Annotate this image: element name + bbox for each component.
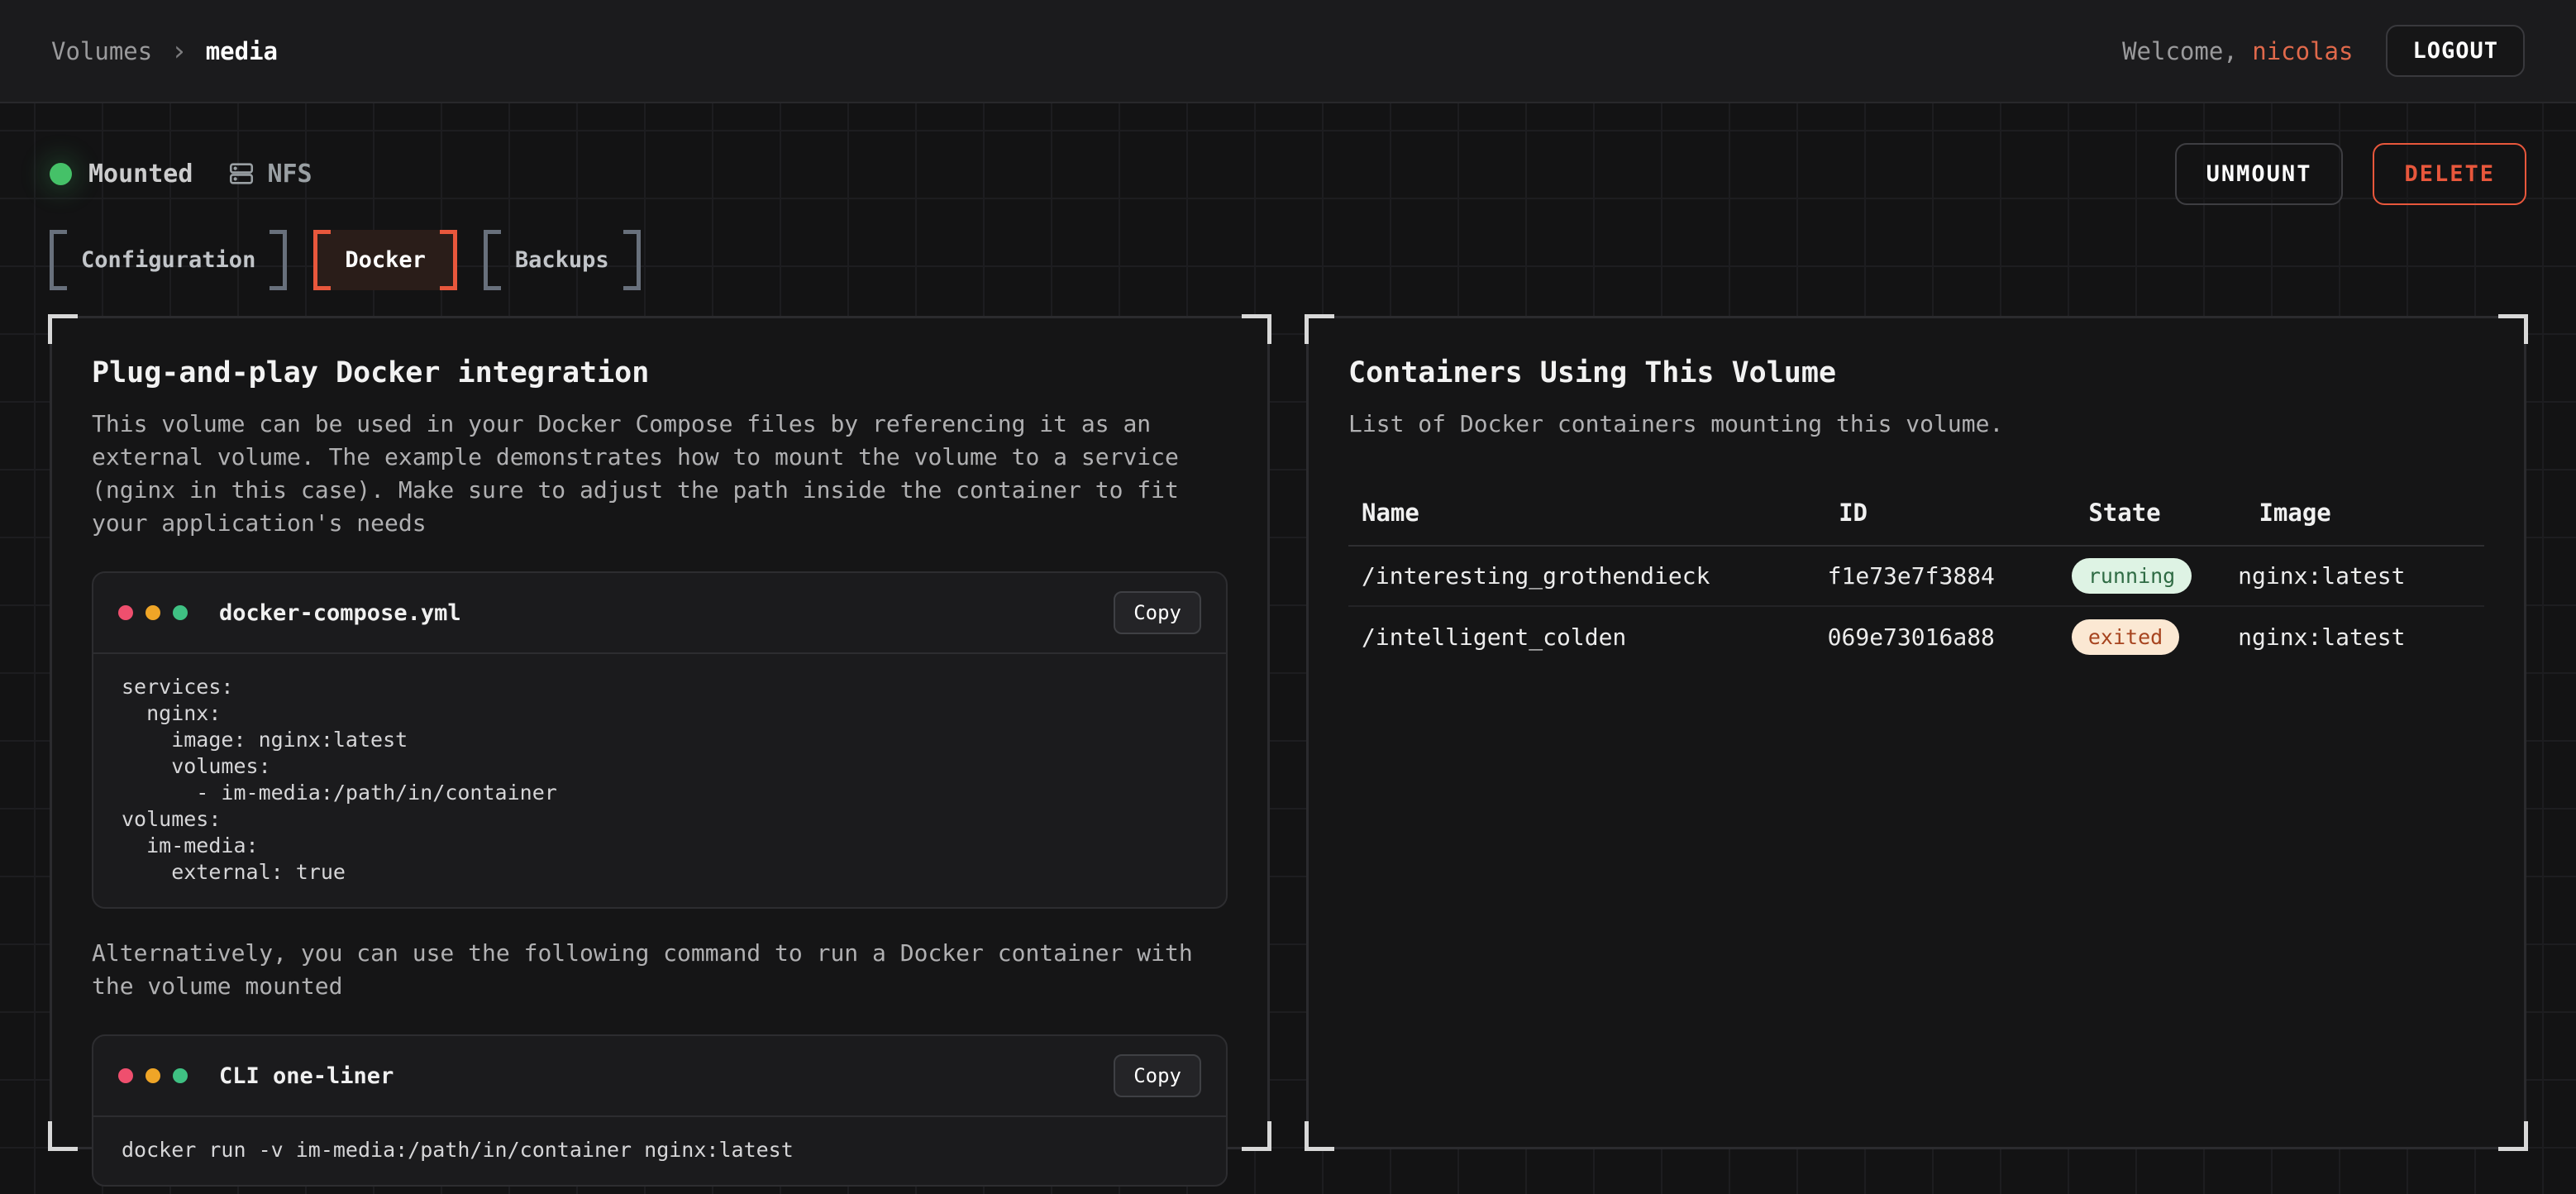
- mounted-status-label: Mounted: [88, 160, 193, 189]
- cli-code-card: CLI one-liner Copy docker run -v im-medi…: [92, 1034, 1228, 1187]
- traffic-light-red-icon: [118, 605, 133, 620]
- topbar: Volumes › media Welcome, nicolas LOGOUT: [0, 0, 2576, 103]
- docker-integration-panel: Plug-and-play Docker integration This vo…: [50, 316, 1270, 1149]
- username: nicolas: [2252, 37, 2353, 65]
- column-header-name: Name: [1348, 487, 1825, 545]
- container-state-cell: running: [2072, 558, 2238, 594]
- welcome-prefix: Welcome,: [2122, 37, 2238, 65]
- cli-code-content: docker run -v im-media:/path/in/containe…: [93, 1117, 1226, 1185]
- window-traffic-lights: [118, 1068, 188, 1083]
- cli-code-header: CLI one-liner Copy: [93, 1036, 1226, 1117]
- compose-code-header: docker-compose.yml Copy: [93, 573, 1226, 654]
- containers-panel-title: Containers Using This Volume: [1348, 356, 2484, 389]
- panel-corner-bracket: [2498, 1121, 2528, 1151]
- breadcrumb-volumes-link[interactable]: Volumes: [51, 37, 152, 65]
- driver-badge: NFS: [227, 160, 312, 189]
- copy-cli-button[interactable]: Copy: [1114, 1054, 1201, 1097]
- cli-title: CLI one-liner: [219, 1063, 394, 1089]
- container-name: /intelligent_colden: [1362, 623, 1828, 651]
- traffic-light-green-icon: [173, 605, 188, 620]
- traffic-light-amber-icon: [145, 605, 160, 620]
- volume-detail-page: Volumes › media Welcome, nicolas LOGOUT …: [0, 0, 2576, 1194]
- server-stack-icon: [227, 160, 255, 188]
- container-image: nginx:latest: [2238, 562, 2471, 590]
- containers-panel: Containers Using This Volume List of Doc…: [1306, 316, 2526, 1149]
- cli-intro-text: Alternatively, you can use the following…: [92, 937, 1228, 1003]
- column-header-image: Image: [2245, 487, 2484, 545]
- panel-corner-bracket: [1242, 314, 1271, 344]
- unmount-button[interactable]: UNMOUNT: [2175, 143, 2344, 205]
- compose-code-content: services: nginx: image: nginx:latest vol…: [93, 654, 1226, 907]
- table-header-row: Name ID State Image: [1348, 487, 2484, 547]
- tab-configuration[interactable]: Configuration: [50, 230, 287, 290]
- traffic-light-amber-icon: [145, 1068, 160, 1083]
- container-image: nginx:latest: [2238, 623, 2471, 651]
- tab-backups[interactable]: Backups: [484, 230, 641, 290]
- welcome-text: Welcome, nicolas: [2122, 37, 2353, 65]
- panel-corner-bracket: [1305, 1121, 1334, 1151]
- breadcrumb-current-volume: media: [206, 37, 278, 65]
- status-badge-running: running: [2072, 558, 2192, 594]
- container-id: 069e73016a88: [1828, 623, 2072, 651]
- copy-compose-button[interactable]: Copy: [1114, 591, 1201, 634]
- traffic-light-green-icon: [173, 1068, 188, 1083]
- logout-button[interactable]: LOGOUT: [2386, 25, 2525, 77]
- chevron-right-icon: ›: [170, 37, 187, 65]
- docker-panel-description: This volume can be used in your Docker C…: [92, 408, 1228, 540]
- panel-corner-bracket: [48, 314, 78, 344]
- panels-container: Plug-and-play Docker integration This vo…: [50, 316, 2526, 1149]
- table-row: /interesting_grothendieck f1e73e7f3884 r…: [1348, 547, 2484, 607]
- traffic-light-red-icon: [118, 1068, 133, 1083]
- volume-status-row: Mounted NFS UNMOUNT DELETE: [50, 141, 2526, 207]
- containers-table: Name ID State Image /interesting_grothen…: [1348, 487, 2484, 667]
- tab-docker[interactable]: Docker: [313, 230, 457, 290]
- panel-corner-bracket: [1242, 1121, 1271, 1151]
- column-header-id: ID: [1825, 487, 2075, 545]
- panel-corner-bracket: [2498, 314, 2528, 344]
- panel-corner-bracket: [1305, 314, 1334, 344]
- container-name: /interesting_grothendieck: [1362, 562, 1828, 590]
- column-header-state: State: [2075, 487, 2245, 545]
- docker-panel-title: Plug-and-play Docker integration: [92, 356, 1228, 389]
- mounted-status-dot-icon: [50, 163, 72, 185]
- container-id: f1e73e7f3884: [1828, 562, 2072, 590]
- compose-code-card: docker-compose.yml Copy services: nginx:…: [92, 571, 1228, 909]
- main-content: Mounted NFS UNMOUNT DELETE Configuration…: [0, 141, 2576, 1149]
- container-state-cell: exited: [2072, 619, 2238, 655]
- tab-bar: Configuration Docker Backups: [50, 230, 2526, 290]
- delete-button[interactable]: DELETE: [2373, 143, 2526, 205]
- status-badge-exited: exited: [2072, 619, 2179, 655]
- panel-corner-bracket: [48, 1121, 78, 1151]
- topbar-right: Welcome, nicolas LOGOUT: [2122, 25, 2525, 77]
- breadcrumb: Volumes › media: [51, 37, 278, 65]
- driver-type-label: NFS: [267, 160, 312, 189]
- containers-panel-subtitle: List of Docker containers mounting this …: [1348, 408, 2484, 441]
- table-row: /intelligent_colden 069e73016a88 exited …: [1348, 607, 2484, 667]
- window-traffic-lights: [118, 605, 188, 620]
- compose-filename: docker-compose.yml: [219, 600, 461, 626]
